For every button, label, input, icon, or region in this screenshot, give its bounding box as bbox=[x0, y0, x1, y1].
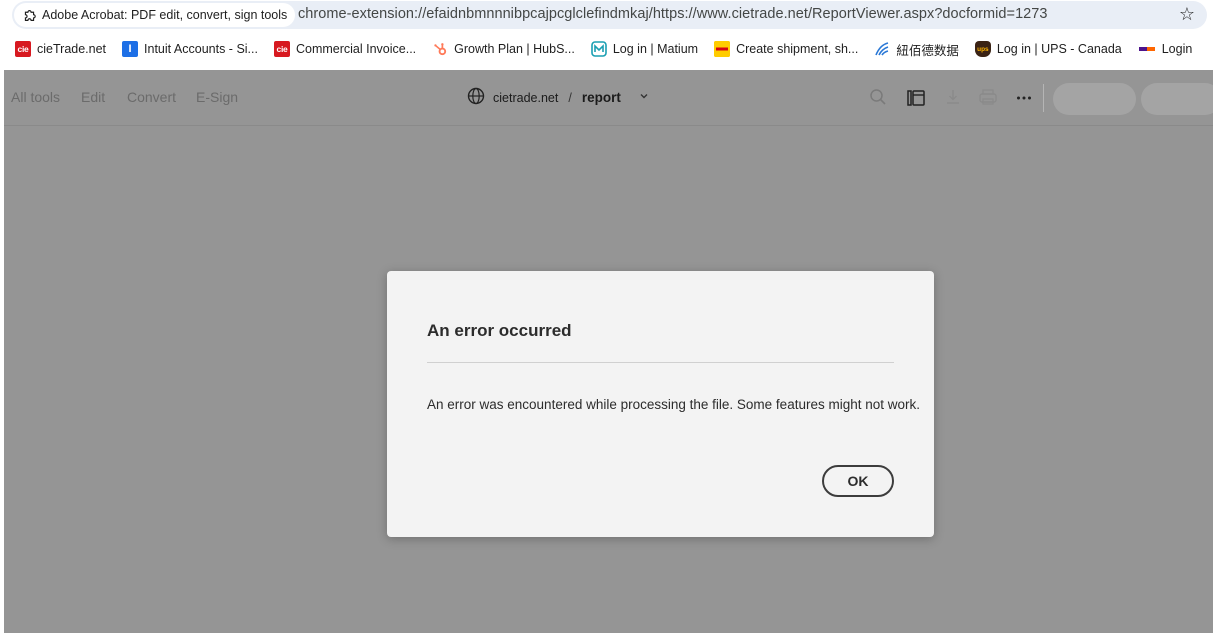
ok-button[interactable]: OK bbox=[822, 465, 894, 497]
url-text[interactable]: chrome-extension://efaidnbmnnnibpcajpcgl… bbox=[298, 6, 1048, 22]
path-separator: / bbox=[568, 90, 572, 105]
fedex-icon bbox=[1138, 41, 1156, 57]
bookmarks-bar: cie cieTrade.net I Intuit Accounts - Si.… bbox=[0, 30, 1213, 68]
tool-esign[interactable]: E-Sign bbox=[196, 89, 238, 105]
chevron-down-icon[interactable] bbox=[639, 91, 649, 104]
bookmark-ups[interactable]: ups Log in | UPS - Canada bbox=[974, 41, 1122, 57]
tool-edit[interactable]: Edit bbox=[81, 89, 105, 105]
dialog-divider bbox=[427, 362, 894, 363]
more-options-icon[interactable] bbox=[1015, 89, 1033, 112]
address-bar-row: Adobe Acrobat: PDF edit, convert, sign t… bbox=[0, 0, 1213, 30]
star-outline-icon[interactable]: ☆ bbox=[1179, 3, 1195, 25]
toolbar-divider bbox=[1043, 84, 1044, 112]
bookmark-fedex[interactable]: Login bbox=[1138, 41, 1193, 57]
toolbar-action-pill[interactable] bbox=[1141, 83, 1213, 115]
bookmark-label: Log in | UPS - Canada bbox=[996, 42, 1122, 56]
intuit-icon: I bbox=[122, 41, 139, 57]
bookmark-intuit[interactable]: I Intuit Accounts - Si... bbox=[122, 41, 258, 57]
bookmark-dhl[interactable]: Create shipment, sh... bbox=[714, 41, 858, 57]
omnibox[interactable]: Adobe Acrobat: PDF edit, convert, sign t… bbox=[12, 1, 1207, 29]
dialog-message: An error was encountered while processin… bbox=[427, 397, 920, 412]
bookmark-label: Commercial Invoice... bbox=[295, 42, 417, 56]
bookmark-label: Log in | Matium bbox=[612, 42, 699, 56]
site-chip-label: Adobe Acrobat: PDF edit, convert, sign t… bbox=[42, 8, 288, 22]
error-dialog: An error occurred An error was encounter… bbox=[387, 271, 934, 537]
matium-icon bbox=[591, 41, 607, 57]
page-thumbnails-icon[interactable] bbox=[906, 88, 926, 113]
document-title[interactable]: cietrade.net / report bbox=[467, 87, 649, 108]
bookmark-label: Intuit Accounts - Si... bbox=[144, 42, 258, 56]
search-icon[interactable] bbox=[869, 88, 887, 111]
hubspot-icon bbox=[432, 41, 448, 57]
toolbar-action-pill[interactable] bbox=[1053, 83, 1136, 115]
globe-icon bbox=[467, 87, 485, 108]
download-icon[interactable] bbox=[944, 88, 962, 111]
bookmark-label: Growth Plan | HubS... bbox=[454, 42, 575, 56]
cietrade-icon: cie bbox=[15, 41, 31, 57]
print-icon[interactable] bbox=[978, 88, 998, 111]
dhl-icon bbox=[714, 41, 731, 57]
tool-convert[interactable]: Convert bbox=[127, 89, 176, 105]
bookmark-label: 紐佰德数据 bbox=[896, 43, 959, 58]
site-info-chip[interactable]: Adobe Acrobat: PDF edit, convert, sign t… bbox=[14, 3, 296, 27]
bookmark-matium[interactable]: Log in | Matium bbox=[591, 41, 698, 57]
extension-page-icon bbox=[23, 9, 36, 22]
bookmark-hubspot[interactable]: Growth Plan | HubS... bbox=[432, 41, 575, 57]
bookmark-cietrade[interactable]: cie cieTrade.net bbox=[15, 41, 106, 57]
tool-all-tools[interactable]: All tools bbox=[11, 89, 60, 105]
bookmark-label: Login bbox=[1161, 42, 1193, 56]
newbridge-icon bbox=[874, 41, 890, 57]
ups-icon: ups bbox=[974, 41, 991, 57]
acrobat-toolbar: All tools Edit Convert E-Sign cietrade.n… bbox=[4, 70, 1213, 126]
cietrade-icon: cie bbox=[273, 41, 290, 57]
bookmark-commercial-invoice[interactable]: cie Commercial Invoice... bbox=[273, 41, 417, 57]
bookmark-newbridge[interactable]: 紐佰德数据 bbox=[874, 40, 959, 59]
document-name: report bbox=[581, 90, 621, 105]
bookmark-label: cieTrade.net bbox=[37, 42, 107, 56]
dialog-title: An error occurred bbox=[427, 321, 572, 340]
document-domain: cietrade.net bbox=[493, 90, 559, 105]
bookmark-label: Create shipment, sh... bbox=[736, 42, 859, 56]
